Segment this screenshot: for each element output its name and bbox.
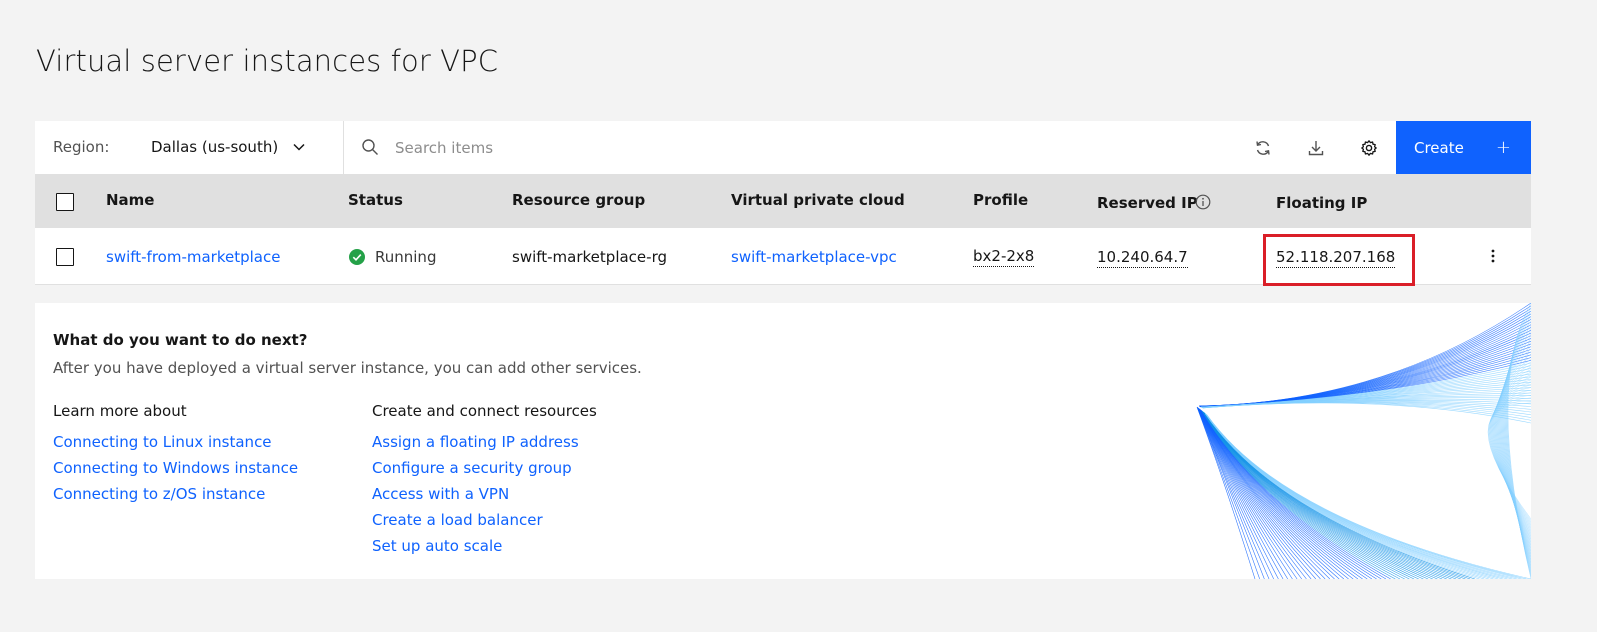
auto-scale-link[interactable]: Set up auto scale: [372, 533, 597, 559]
load-balancer-link[interactable]: Create a load balancer: [372, 507, 597, 533]
learn-more-column: Learn more about Connecting to Linux ins…: [53, 402, 298, 507]
column-header-floating-ip[interactable]: Floating IP: [1276, 194, 1367, 212]
next-steps-panel: What do you want to do next? After you h…: [35, 303, 1531, 579]
create-resources-column: Create and connect resources Assign a fl…: [372, 402, 597, 559]
column-header-name[interactable]: Name: [106, 191, 154, 209]
search-icon: [362, 139, 378, 155]
column-header-profile[interactable]: Profile: [973, 191, 1028, 209]
table-toolbar: Region: Dallas (us-south) Create +: [35, 121, 1531, 174]
page-title: Virtual server instances for VPC: [36, 44, 499, 78]
create-resources-heading: Create and connect resources: [372, 402, 597, 420]
download-button[interactable]: [1302, 134, 1330, 162]
select-all-checkbox[interactable]: [56, 193, 74, 211]
column-header-status[interactable]: Status: [348, 191, 403, 209]
toolbar-divider: [343, 121, 344, 174]
refresh-button[interactable]: [1249, 134, 1277, 162]
column-header-resource-group[interactable]: Resource group: [512, 191, 645, 209]
settings-button[interactable]: [1355, 134, 1383, 162]
decorative-wave-illustration: [1196, 303, 1531, 579]
chevron-down-icon[interactable]: [291, 139, 307, 155]
table-row: swift-from-marketplace Running swift-mar…: [35, 228, 1531, 286]
instance-name-link[interactable]: swift-from-marketplace: [106, 248, 280, 266]
zos-instance-link[interactable]: Connecting to z/OS instance: [53, 481, 298, 507]
overflow-menu-button[interactable]: [1483, 246, 1503, 266]
column-header-reserved-ip[interactable]: Reserved IP: [1097, 194, 1198, 212]
create-button-label: Create: [1414, 138, 1464, 157]
profile-cell[interactable]: bx2-2x8: [973, 247, 1035, 267]
next-steps-description: After you have deployed a virtual server…: [53, 359, 642, 377]
column-header-vpc[interactable]: Virtual private cloud: [731, 191, 905, 209]
region-label: Region:: [53, 138, 110, 156]
row-checkbox[interactable]: [56, 248, 74, 266]
create-button[interactable]: Create +: [1396, 121, 1531, 174]
next-steps-title: What do you want to do next?: [53, 331, 308, 349]
reserved-ip-cell[interactable]: 10.240.64.7: [1097, 248, 1188, 268]
gear-icon: [1361, 140, 1377, 156]
download-icon: [1308, 141, 1324, 156]
region-select-value[interactable]: Dallas (us-south): [151, 138, 278, 156]
refresh-icon: [1256, 141, 1270, 155]
search-input[interactable]: [395, 133, 1095, 163]
info-icon[interactable]: [1195, 194, 1211, 210]
highlight-box: [1263, 234, 1415, 286]
floating-ip-link[interactable]: Assign a floating IP address: [372, 429, 597, 455]
add-icon: +: [1495, 137, 1511, 158]
vpn-link[interactable]: Access with a VPN: [372, 481, 597, 507]
security-group-link[interactable]: Configure a security group: [372, 455, 597, 481]
table-header: Name Status Resource group Virtual priva…: [35, 174, 1531, 228]
linux-instance-link[interactable]: Connecting to Linux instance: [53, 429, 298, 455]
checkmark-circle-icon: [349, 249, 365, 265]
resource-group-cell: swift-marketplace-rg: [512, 248, 667, 266]
status-text: Running: [375, 248, 437, 266]
overflow-menu-vertical-icon: [1491, 249, 1495, 263]
learn-more-heading: Learn more about: [53, 402, 187, 420]
vpc-link[interactable]: swift-marketplace-vpc: [731, 248, 897, 266]
windows-instance-link[interactable]: Connecting to Windows instance: [53, 455, 298, 481]
